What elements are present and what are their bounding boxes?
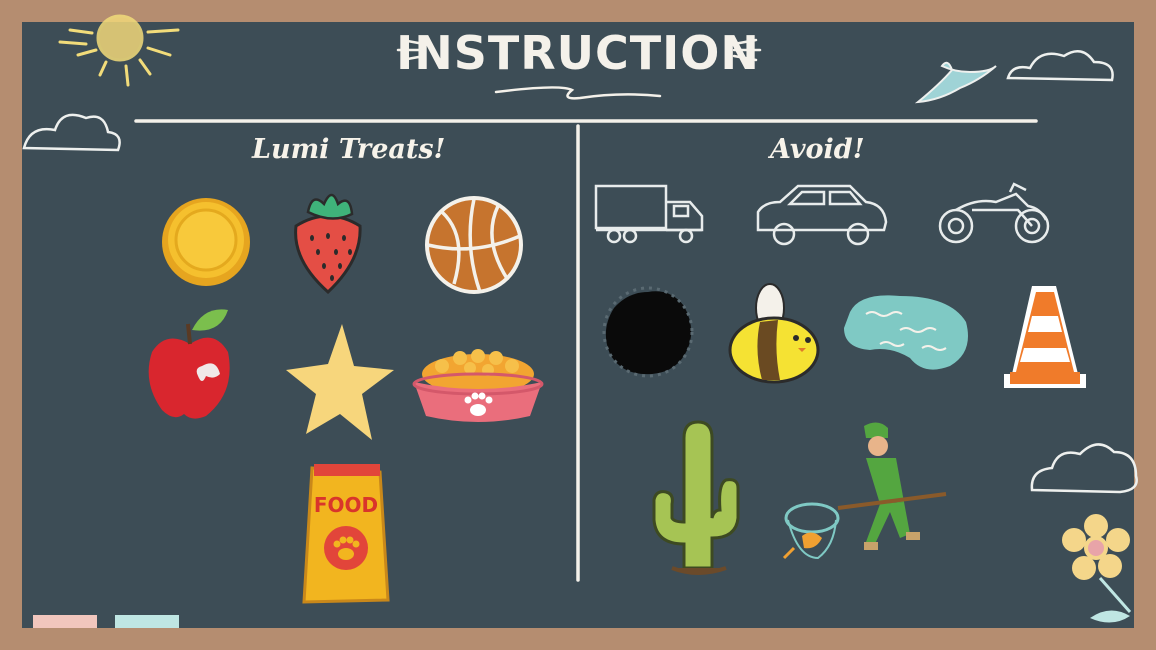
truck-icon <box>594 184 704 244</box>
page-title: INSTRUCTION <box>396 26 760 80</box>
food-bag-label: FOOD <box>314 493 378 517</box>
food-bag-icon: FOOD <box>302 464 390 604</box>
motorcycle-icon <box>938 182 1050 244</box>
apple-icon <box>148 309 230 419</box>
star-icon <box>286 324 394 440</box>
car-icon <box>756 184 888 246</box>
black-hole-icon <box>602 286 694 378</box>
teal-tab[interactable] <box>115 615 179 628</box>
pink-tab[interactable] <box>33 615 97 628</box>
puddle-icon <box>844 295 968 370</box>
traffic-cone-icon <box>1004 286 1086 388</box>
basketball-icon <box>425 196 523 294</box>
dog-catcher-icon <box>782 422 947 560</box>
cactus-icon <box>652 420 740 575</box>
strawberry-icon <box>294 193 362 295</box>
cloud-icon <box>1030 443 1138 494</box>
gold-coin-icon <box>162 198 250 286</box>
cloud-icon <box>22 113 121 152</box>
flower-icon <box>1062 514 1132 623</box>
avoid-heading: Avoid! <box>770 134 865 165</box>
treats-heading: Lumi Treats! <box>252 134 446 165</box>
bee-icon <box>728 283 820 384</box>
pet-food-bowl-icon <box>412 349 544 422</box>
